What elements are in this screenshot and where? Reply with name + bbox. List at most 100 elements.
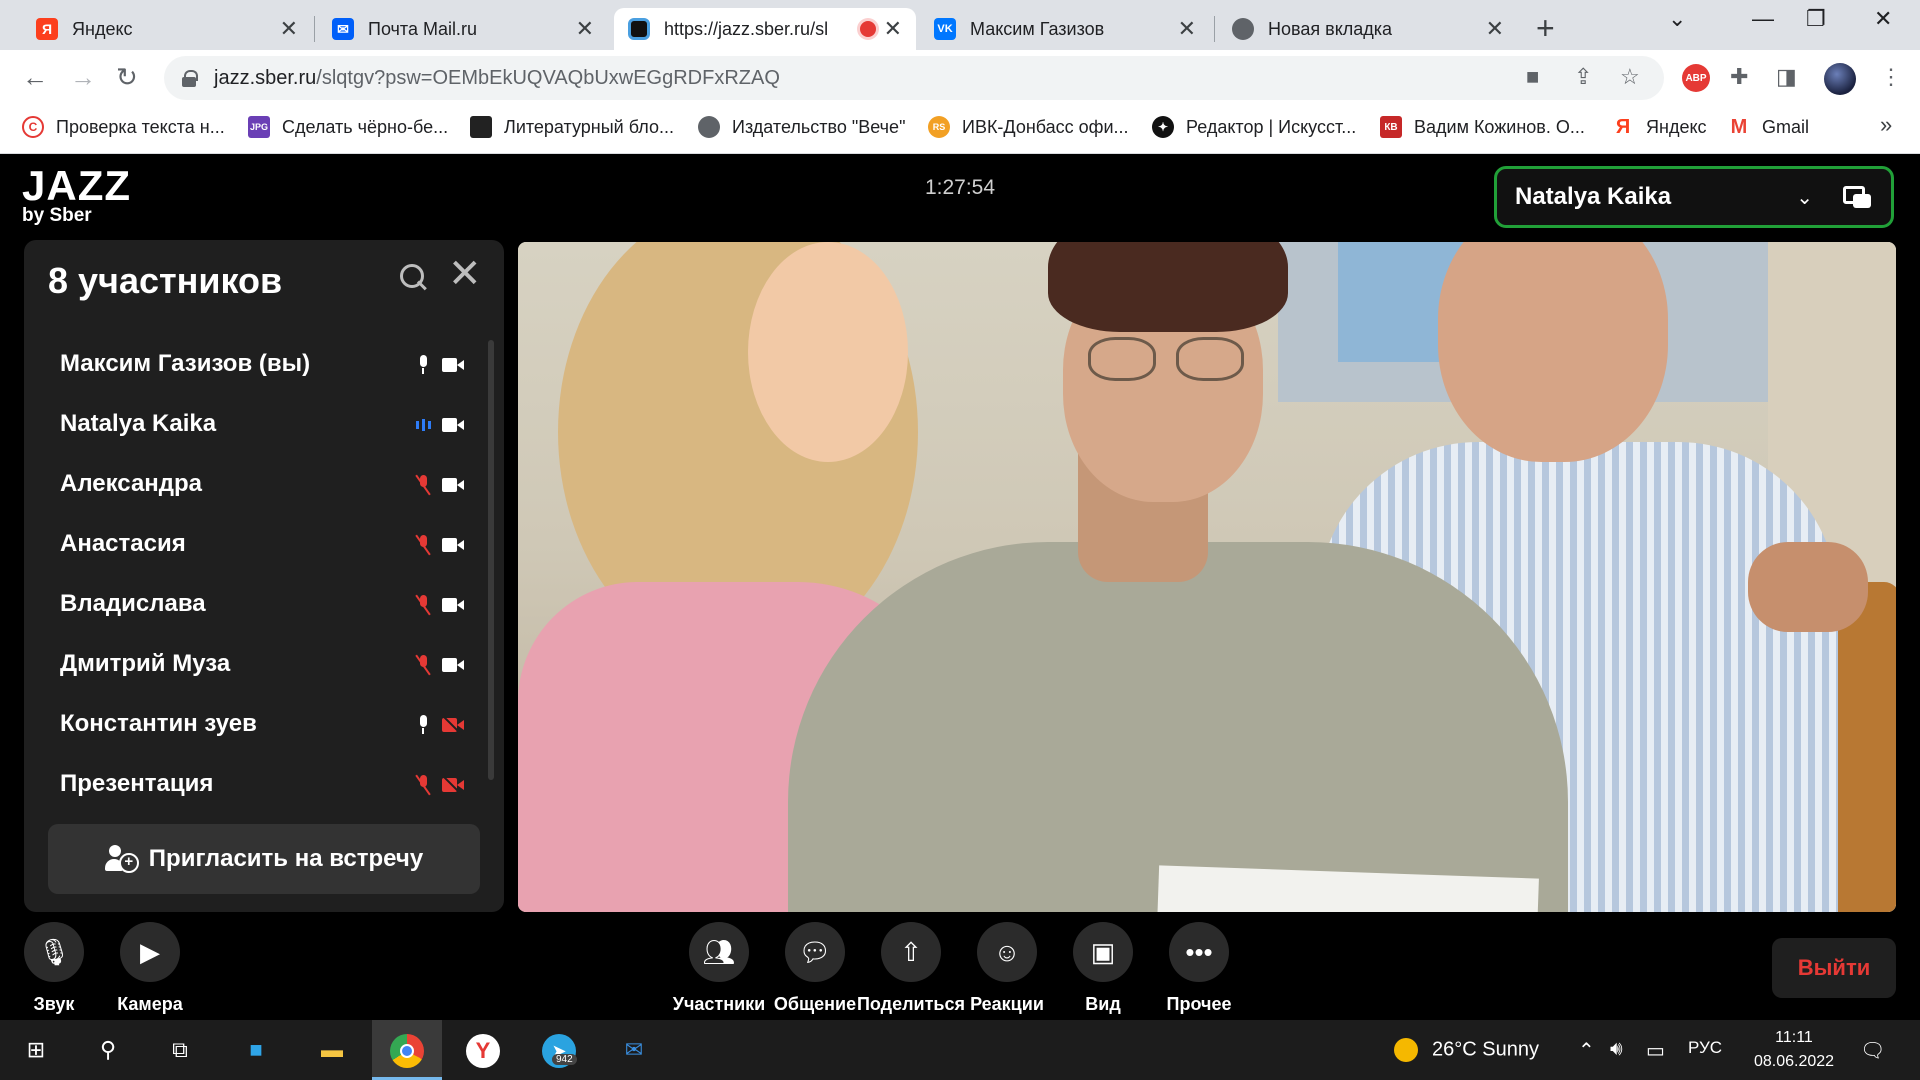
video-feed[interactable] — [518, 242, 1896, 912]
tab-search-icon[interactable]: ⌄ — [1668, 6, 1686, 32]
mail-icon[interactable]: ✉ — [618, 1034, 650, 1066]
chevron-up-icon[interactable]: ⌃ — [1578, 1038, 1595, 1063]
address-bar[interactable]: jazz.sber.ru/slqtgv?psw=OEMbEkUQVAQbUxwE… — [164, 56, 1664, 100]
participants-title: 8 участников — [48, 260, 283, 301]
chevron-down-icon: ⌄ — [1796, 186, 1813, 209]
chrome-icon[interactable] — [390, 1034, 424, 1068]
sound-button[interactable]: 🎙︎ Звук — [4, 922, 104, 1015]
bookmark-star-icon[interactable]: ☆ — [1620, 64, 1640, 90]
more-button[interactable]: ••• Прочее — [1149, 922, 1249, 1015]
compass-icon: ✦ — [1152, 116, 1174, 138]
participant-row[interactable]: Дмитрий Муза — [24, 634, 484, 694]
bookmark-item[interactable]: КВ Вадим Кожинов. О... — [1380, 116, 1585, 138]
file-explorer-icon[interactable]: ▬ — [316, 1034, 348, 1066]
windows-start-icon[interactable]: ⊞ — [20, 1034, 52, 1066]
bookmarks-bar: C Проверка текста н... JPG Сделать чёрно-б… — [0, 106, 1920, 154]
switch-layout-icon[interactable] — [1843, 184, 1873, 210]
reload-icon[interactable]: ↻ — [116, 62, 138, 93]
microphone-icon: 🎙︎ — [24, 922, 84, 982]
camera-button[interactable]: ▶ Камера — [100, 922, 200, 1015]
search-icon[interactable]: ⚲ — [92, 1034, 124, 1066]
logo-main: JAZZ — [22, 162, 131, 209]
search-icon[interactable] — [398, 262, 430, 294]
close-tab-icon[interactable]: ✕ — [1178, 16, 1196, 42]
close-tab-icon[interactable]: ✕ — [884, 16, 902, 42]
url-path: /slqtgv?psw=OEMbEkUQVAQbUxwEGgRDFxRZAQ — [316, 66, 780, 89]
language-indicator[interactable]: РУС — [1688, 1038, 1722, 1058]
tab-yandex[interactable]: Я Яндекс ✕ — [22, 8, 312, 50]
tab-mail[interactable]: ✉ Почта Mail.ru ✕ — [318, 8, 608, 50]
tab-jazz[interactable]: https://jazz.sber.ru/sl ✕ — [614, 8, 916, 50]
participant-row[interactable]: Константин зуев — [24, 694, 484, 754]
close-tab-icon[interactable]: ✕ — [280, 16, 298, 42]
person-center-hair — [1048, 242, 1288, 332]
exit-button[interactable]: Выйти — [1772, 938, 1896, 998]
mic-on-icon — [412, 714, 434, 736]
back-icon[interactable]: ← — [22, 62, 48, 93]
tab-vk[interactable]: VK Максим Газизов ✕ — [920, 8, 1210, 50]
notifications-icon[interactable]: 🗨︎ — [1860, 1038, 1885, 1063]
kv-icon: КВ — [1380, 116, 1402, 138]
bookmark-item[interactable]: Я Яндекс — [1612, 116, 1707, 138]
url-host: jazz.sber.ru — [214, 66, 317, 89]
bookmark-label: ИВК-Донбасс офи... — [962, 116, 1129, 137]
speaker-selector[interactable]: Natalya Kaika ⌄ — [1494, 166, 1894, 228]
dark-square-icon — [470, 116, 492, 138]
close-tab-icon[interactable]: ✕ — [576, 16, 594, 42]
adblock-icon[interactable]: ABP — [1682, 64, 1710, 92]
bookmark-item[interactable]: JPG Сделать чёрно-бе... — [248, 116, 448, 138]
bookmark-item[interactable]: Издательство "Вече" — [698, 116, 905, 138]
view-label: Вид — [1085, 994, 1121, 1014]
menu-icon[interactable]: ⋮ — [1880, 64, 1902, 90]
close-tab-icon[interactable]: ✕ — [1486, 16, 1504, 42]
share-screen-button[interactable]: ⇧ Поделиться — [857, 922, 965, 1015]
store-icon[interactable]: ■ — [240, 1034, 272, 1066]
close-icon[interactable]: ✕ — [448, 254, 482, 294]
weather-text: 26°C Sunny — [1432, 1038, 1539, 1061]
clock-date: 08.06.2022 — [1753, 1053, 1835, 1070]
system-clock[interactable]: 11:11 08.06.2022 — [1744, 1026, 1844, 1074]
more-bookmarks-icon[interactable]: » — [1880, 112, 1892, 138]
side-panel-icon[interactable]: ◨ — [1776, 64, 1797, 90]
participant-row[interactable]: Анастасия — [24, 514, 484, 574]
battery-icon[interactable]: ▭ — [1646, 1038, 1665, 1063]
camera-in-use-icon[interactable]: ■ — [1526, 64, 1539, 90]
chat-button[interactable]: 💬︎ Общение — [765, 922, 865, 1015]
tab-new[interactable]: Новая вкладка ✕ — [1218, 8, 1518, 50]
participants-scrollbar[interactable] — [488, 340, 494, 780]
ivk-icon: RS — [928, 116, 950, 138]
reactions-button[interactable]: ☺ Реакции — [957, 922, 1057, 1015]
camera-on-icon — [442, 414, 464, 436]
bookmark-item[interactable]: RS ИВК-Донбасс офи... — [928, 116, 1129, 138]
tab-title: Почта Mail.ru — [368, 18, 477, 39]
forward-icon[interactable]: → — [70, 62, 96, 93]
clock-time: 11:11 — [1775, 1029, 1813, 1046]
bookmark-item[interactable]: ✦ Редактор | Искусст... — [1152, 116, 1356, 138]
bookmark-label: Яндекс — [1646, 116, 1707, 137]
yandex-browser-icon[interactable]: Y — [466, 1034, 500, 1068]
task-view-icon[interactable]: ⧉ — [164, 1034, 196, 1066]
people-icon: 👥︎ — [689, 922, 749, 982]
share-icon[interactable]: ⇪ — [1574, 64, 1592, 90]
invite-button[interactable]: Пригласить на встречу — [48, 824, 480, 894]
new-tab-button[interactable]: + — [1536, 10, 1555, 47]
participant-row[interactable]: Александра — [24, 454, 484, 514]
view-button[interactable]: ▣ Вид — [1053, 922, 1153, 1015]
logo-sub: by Sber — [22, 205, 92, 226]
minimize-icon[interactable]: — — [1752, 6, 1774, 32]
weather-widget[interactable]: 26°C Sunny — [1394, 1038, 1539, 1062]
profile-avatar[interactable] — [1824, 63, 1856, 95]
extensions-icon[interactable]: ✚ — [1730, 64, 1748, 90]
volume-icon[interactable]: 🔊︎ — [1610, 1038, 1623, 1061]
participant-row[interactable]: Презентация — [24, 754, 484, 814]
participants-button[interactable]: 👥︎ Участники — [669, 922, 769, 1015]
restore-icon[interactable]: ❐ — [1806, 6, 1826, 32]
bookmark-item[interactable]: Литературный бло... — [470, 116, 674, 138]
bookmark-item[interactable]: C Проверка текста н... — [22, 116, 225, 138]
participant-row[interactable]: Владислава — [24, 574, 484, 634]
close-window-icon[interactable]: ✕ — [1874, 6, 1892, 32]
participant-row[interactable]: Natalya Kaika — [24, 394, 484, 454]
participant-row[interactable]: Максим Газизов (вы) — [24, 334, 484, 394]
mic-off-icon — [412, 474, 434, 496]
bookmark-item[interactable]: M Gmail — [1728, 116, 1809, 138]
